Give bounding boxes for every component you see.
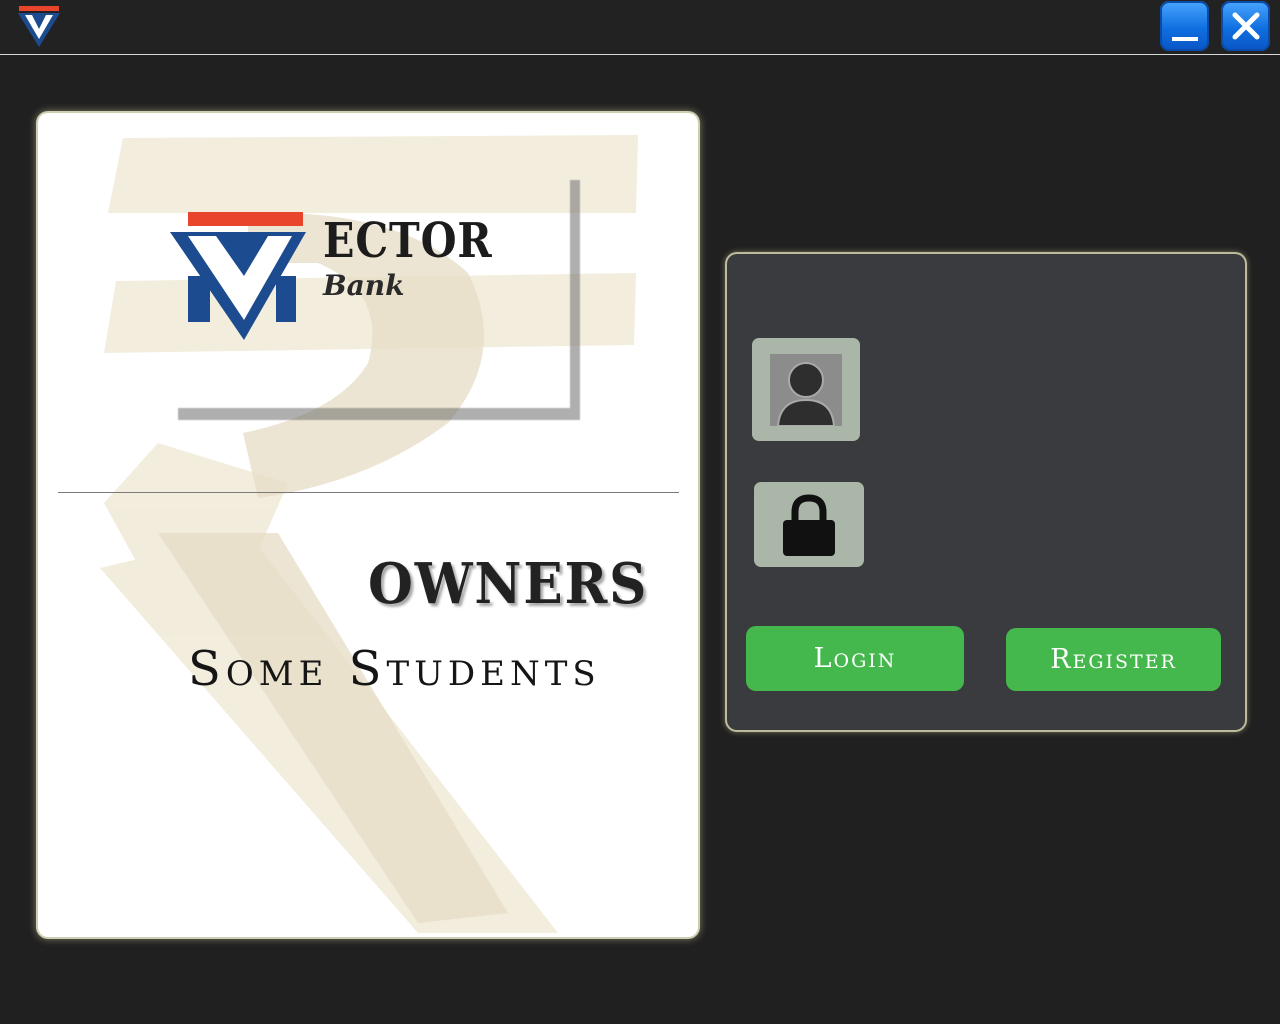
username-icon-box [752,338,860,441]
close-icon [1232,12,1259,40]
close-button[interactable] [1221,1,1270,51]
minimize-icon [1171,37,1198,41]
login-panel: Login Register [727,254,1245,730]
register-button[interactable]: Register [1006,628,1221,691]
lock-icon [783,493,835,556]
owners-title: OWNERS [368,551,649,617]
password-field[interactable] [877,499,1221,551]
user-icon [770,353,842,426]
owners-name: Some Students [188,641,601,697]
username-field[interactable] [877,364,1221,416]
vector-bank-logo-icon [18,6,60,47]
password-icon-box [754,482,864,567]
vector-v-logo [170,212,306,340]
logo-subword: Bank [323,269,405,302]
login-button[interactable]: Login [746,626,964,691]
divider [58,492,679,493]
info-card: ECTOR Bank OWNERS Some Students [38,113,698,937]
logo-word: ECTOR [323,213,493,269]
minimize-button[interactable] [1160,1,1209,51]
title-bar [0,0,1280,55]
